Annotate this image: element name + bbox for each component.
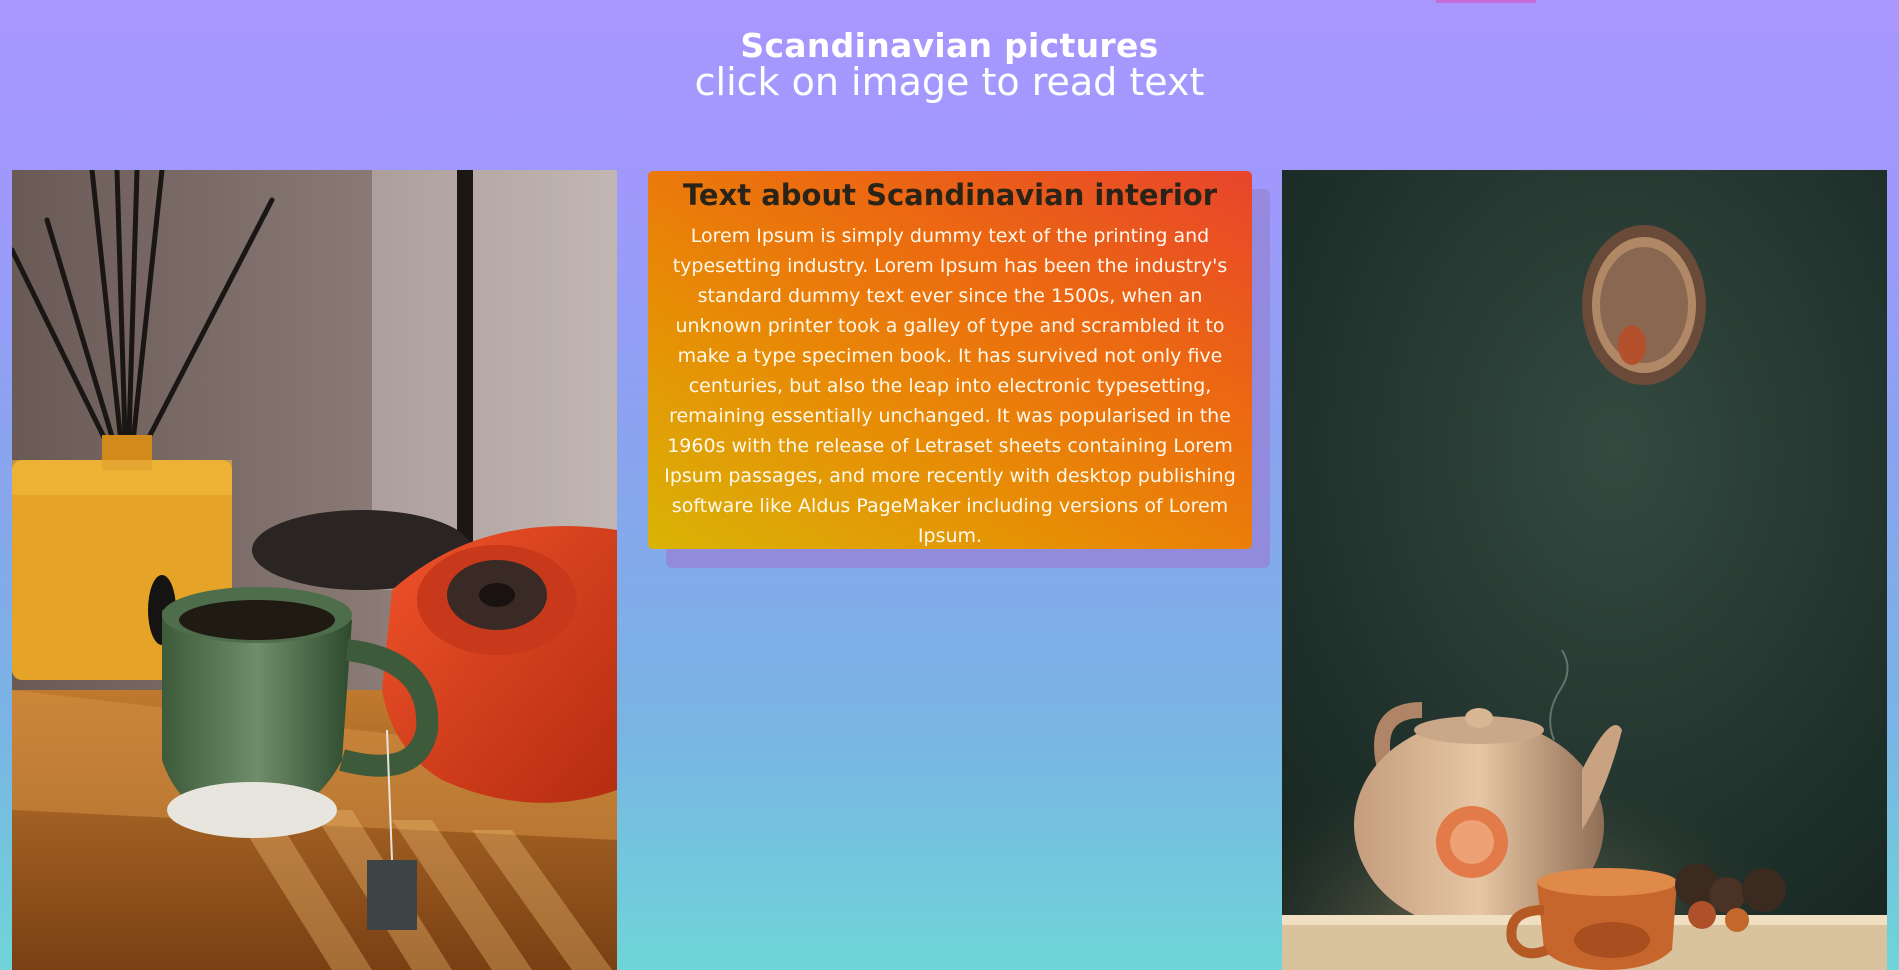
page-subtitle: click on image to read text bbox=[694, 60, 1205, 104]
header-accent-bar bbox=[1436, 0, 1536, 3]
scandinavian-photo-right[interactable] bbox=[1282, 170, 1887, 970]
photo-icon bbox=[1282, 170, 1887, 970]
card-body-text: Lorem Ipsum is simply dummy text of the … bbox=[664, 225, 1236, 547]
text-card: Text about Scandinavian interior Lorem I… bbox=[648, 171, 1252, 549]
scandinavian-photo-left[interactable] bbox=[12, 170, 617, 970]
card-title: Text about Scandinavian interior bbox=[682, 178, 1218, 212]
photo-icon bbox=[12, 170, 617, 970]
